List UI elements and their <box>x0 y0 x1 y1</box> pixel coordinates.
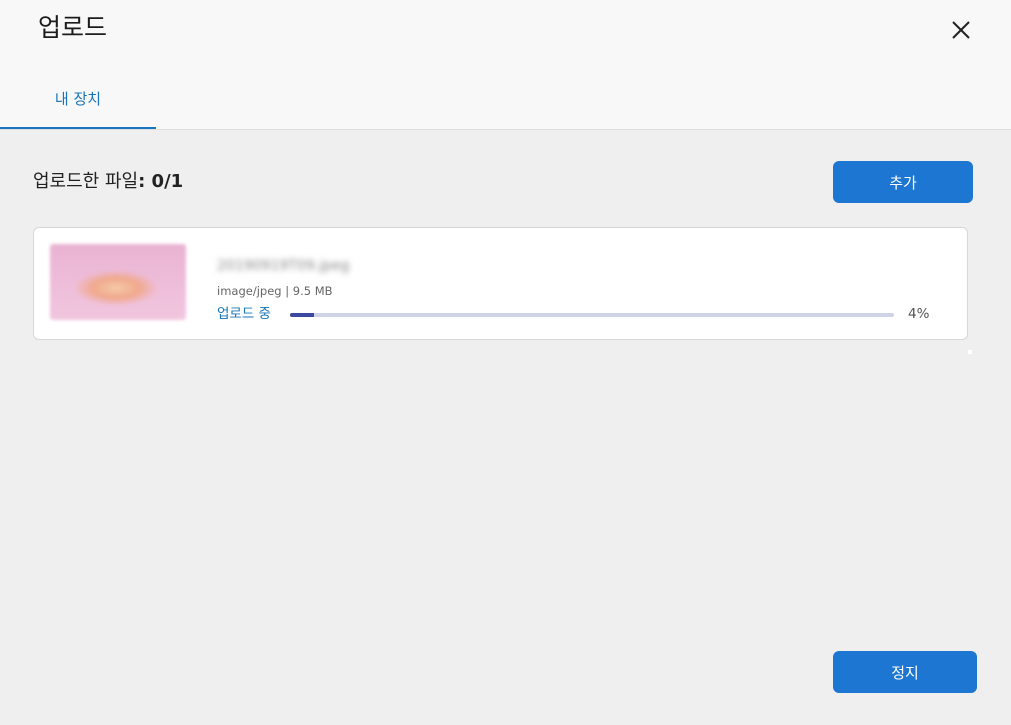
upload-status: 업로드 중 <box>217 306 271 322</box>
close-icon[interactable] <box>946 15 976 45</box>
file-thumbnail <box>50 244 186 320</box>
dialog-header: 업로드 내 장치 <box>0 0 1011 130</box>
upload-progress-fill <box>290 313 315 317</box>
tab-my-device[interactable]: 내 장치 <box>0 78 156 129</box>
decorative-dot <box>968 350 972 354</box>
uploaded-files-count: 업로드한 파일: 0/1 <box>33 168 183 196</box>
upload-percent: 4% <box>908 306 930 322</box>
stop-button[interactable]: 정지 <box>833 651 977 693</box>
uploaded-files-value: : 0/1 <box>138 171 184 192</box>
file-upload-item: 20190919T09.jpeg image/jpeg | 9.5 MB 업로드… <box>33 227 968 340</box>
uploaded-files-label: 업로드한 파일 <box>33 171 139 192</box>
tab-my-device-label: 내 장치 <box>54 90 102 108</box>
file-meta: image/jpeg | 9.5 MB <box>217 284 333 298</box>
dialog-title: 업로드 <box>38 13 108 42</box>
file-name: 20190919T09.jpeg <box>217 258 350 274</box>
add-button[interactable]: 추가 <box>833 161 973 203</box>
upload-progress-bar <box>290 313 894 317</box>
